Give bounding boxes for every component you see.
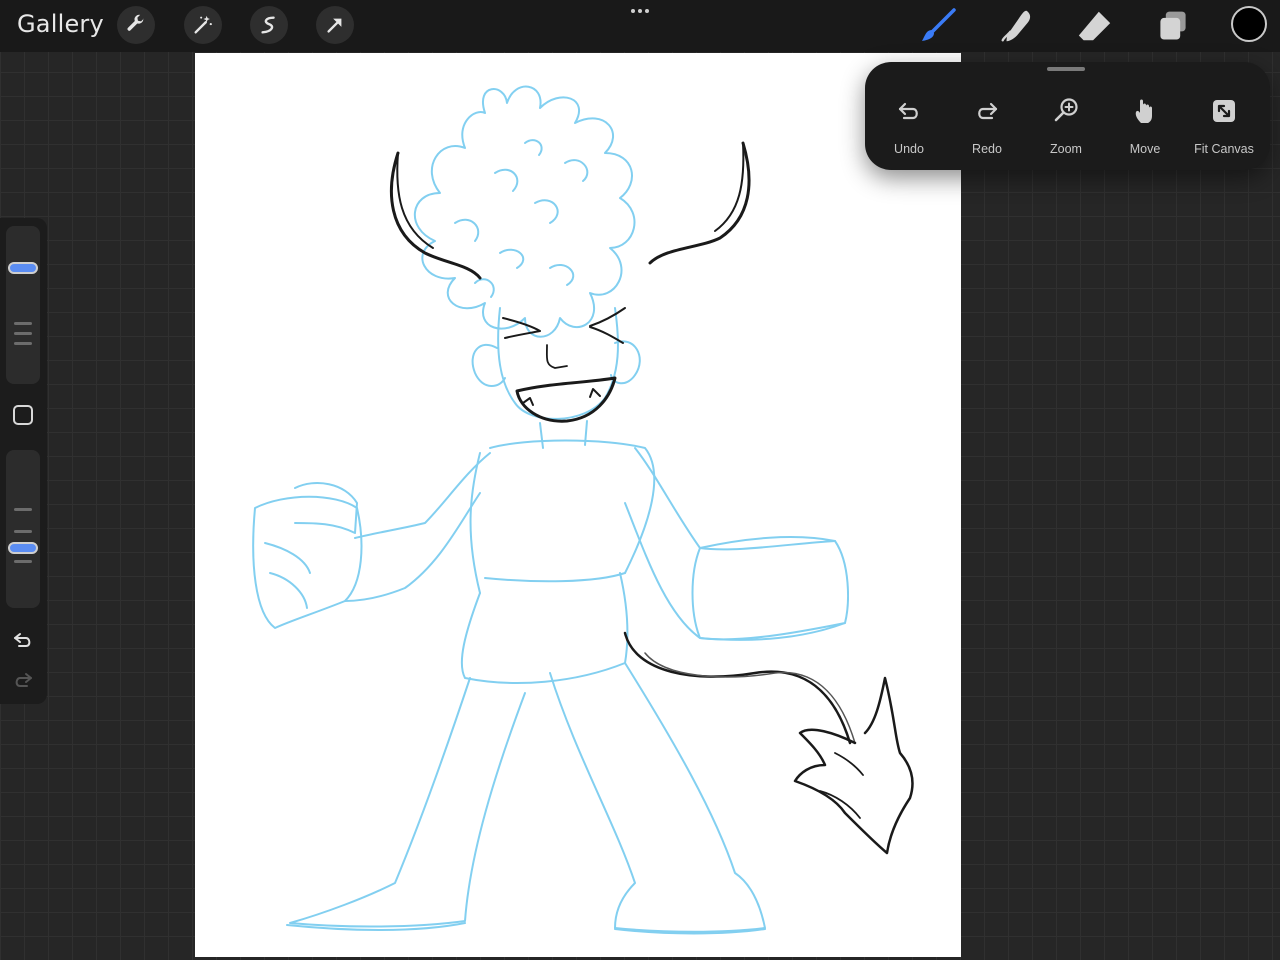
eraser-icon — [1078, 11, 1111, 41]
slider-tick — [14, 322, 32, 325]
slider-tick — [14, 508, 32, 511]
action-label: Fit Canvas — [1194, 142, 1254, 156]
undo-action[interactable]: Undo — [869, 92, 949, 162]
slider-tick — [14, 332, 32, 335]
fit-canvas-icon — [1213, 100, 1235, 122]
transform-arrow-icon — [327, 18, 342, 33]
magic-wand-icon — [194, 15, 212, 34]
opacity-knob[interactable] — [8, 542, 38, 555]
color-swatch[interactable] — [1231, 6, 1267, 42]
brush-size-slider[interactable] — [6, 226, 40, 384]
slider-tick — [14, 530, 32, 533]
redo-icon — [978, 102, 998, 120]
layers-button[interactable] — [1153, 6, 1193, 46]
gesture-quick-panel: Undo Redo Zoom Move Fit Canvas — [865, 62, 1270, 170]
adjustments-button[interactable] — [184, 6, 222, 44]
action-label: Undo — [894, 142, 924, 156]
action-label: Redo — [972, 142, 1002, 156]
zoom-icon — [1054, 98, 1078, 122]
eraser-tool-button[interactable] — [1075, 6, 1115, 46]
character-sketch — [252, 85, 914, 935]
action-label: Zoom — [1050, 142, 1082, 156]
modify-button[interactable] — [13, 405, 33, 425]
ellipsis-icon[interactable] — [628, 3, 652, 19]
drawing-canvas[interactable] — [195, 53, 961, 957]
zoom-action[interactable]: Zoom — [1026, 92, 1106, 162]
wrench-icon — [127, 14, 144, 31]
brush-size-knob[interactable] — [8, 262, 38, 275]
redo-icon[interactable] — [11, 668, 35, 692]
selection-icon — [261, 16, 275, 34]
slider-tick — [14, 560, 32, 563]
action-label: Move — [1129, 142, 1161, 156]
paint-tool-button[interactable] — [918, 6, 958, 46]
brush-icon — [922, 8, 956, 41]
opacity-slider[interactable] — [6, 450, 40, 608]
redo-action[interactable]: Redo — [947, 92, 1027, 162]
slider-tick — [14, 342, 32, 345]
move-action[interactable]: Move — [1105, 92, 1185, 162]
gallery-button[interactable]: Gallery — [17, 10, 104, 38]
transform-button[interactable] — [316, 6, 354, 44]
top-toolbar: Gallery — [0, 0, 1280, 52]
hand-icon — [1135, 99, 1152, 123]
undo-icon — [898, 102, 918, 120]
layers-icon — [1160, 11, 1186, 40]
actions-button[interactable] — [117, 6, 155, 44]
left-sidebar — [0, 218, 47, 704]
smudge-tool-button[interactable] — [997, 6, 1037, 46]
smudge-icon — [1001, 10, 1031, 42]
fit-canvas-action[interactable]: Fit Canvas — [1184, 92, 1264, 162]
selection-button[interactable] — [250, 6, 288, 44]
panel-grabber[interactable] — [1047, 67, 1085, 71]
undo-icon[interactable] — [11, 628, 35, 652]
